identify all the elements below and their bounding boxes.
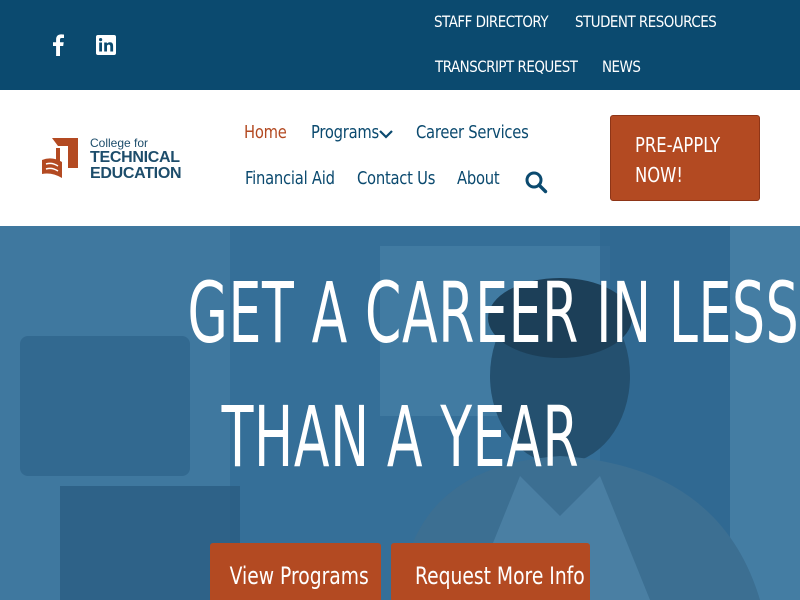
- site-header: College for TECHNICAL EDUCATION Home Pro…: [0, 90, 800, 226]
- logo-emblem-icon: [42, 138, 78, 178]
- transcript-request-link[interactable]: TRANSCRIPT REQUEST: [435, 57, 578, 76]
- pre-apply-label-line2: NOW!: [635, 163, 683, 187]
- nav-financial-aid[interactable]: Financial Aid: [245, 168, 335, 189]
- utility-bar: STAFF DIRECTORY STUDENT RESOURCES TRANSC…: [0, 0, 800, 90]
- nav-programs[interactable]: Programs: [311, 122, 379, 143]
- news-link[interactable]: NEWS: [602, 57, 641, 76]
- request-more-info-button[interactable]: Request More Info: [391, 543, 590, 600]
- view-programs-button[interactable]: View Programs: [210, 543, 381, 600]
- site-logo[interactable]: College for TECHNICAL EDUCATION: [38, 132, 198, 182]
- staff-directory-link[interactable]: STAFF DIRECTORY: [434, 12, 549, 31]
- facebook-icon[interactable]: [46, 33, 70, 57]
- logo-text-college-for: College for: [90, 136, 149, 150]
- linkedin-icon[interactable]: [94, 33, 118, 57]
- pre-apply-button[interactable]: PRE-APPLY NOW!: [610, 115, 760, 201]
- nav-home[interactable]: Home: [244, 122, 287, 143]
- logo-text-education: EDUCATION: [90, 165, 182, 182]
- nav-about[interactable]: About: [457, 168, 500, 189]
- search-icon[interactable]: [524, 170, 548, 194]
- hero-banner: GET A CAREER IN LESS THAN A YEAR View Pr…: [0, 226, 800, 600]
- pre-apply-label-line1: PRE-APPLY: [635, 133, 721, 157]
- student-resources-link[interactable]: STUDENT RESOURCES: [575, 12, 717, 31]
- nav-contact-us[interactable]: Contact Us: [357, 168, 435, 189]
- chevron-down-icon[interactable]: [378, 126, 394, 142]
- hero-title-line1: GET A CAREER IN LESS: [187, 264, 800, 362]
- nav-career-services[interactable]: Career Services: [416, 122, 529, 143]
- hero-title-line2: THAN A YEAR: [221, 388, 579, 486]
